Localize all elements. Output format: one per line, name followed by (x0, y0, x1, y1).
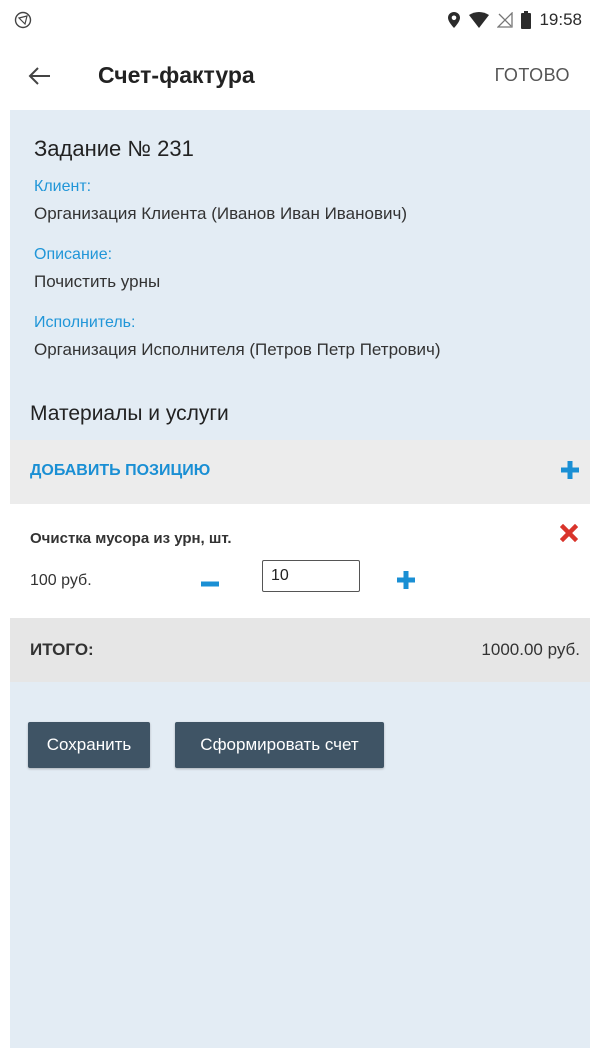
generate-invoice-button[interactable]: Сформировать счет (175, 722, 384, 768)
list-item: Очистка мусора из урн, шт. 100 руб. (10, 504, 590, 618)
plus-icon[interactable] (396, 570, 416, 590)
minus-icon[interactable] (200, 574, 220, 594)
executor-value: Организация Исполнителя (Петров Петр Пет… (34, 340, 441, 359)
signal-off-icon (497, 12, 514, 28)
save-button[interactable]: Сохранить (28, 722, 150, 768)
battery-icon (521, 11, 532, 29)
app-bar: Счет-фактура ГОТОВО (0, 42, 590, 110)
description-label: Описание: (34, 246, 113, 263)
done-button[interactable]: ГОТОВО (495, 65, 570, 86)
total-row: ИТОГО: 1000.00 руб. (10, 618, 590, 682)
total-value: 1000.00 руб. (481, 640, 580, 659)
plus-icon[interactable] (560, 460, 580, 480)
status-time: 19:58 (539, 10, 582, 29)
total-label: ИТОГО: (30, 640, 94, 659)
status-bar: 19:58 (0, 0, 590, 42)
vpn-icon (14, 11, 32, 29)
page-title: Счет-фактура (98, 62, 255, 88)
add-position-label: ДОБАВИТЬ ПОЗИЦИЮ (30, 462, 211, 479)
materials-section-title: Материалы и услуги (30, 402, 229, 425)
client-value: Организация Клиента (Иванов Иван Иванови… (34, 204, 407, 223)
wifi-icon (469, 12, 490, 28)
task-title: Задание № 231 (34, 136, 194, 161)
item-price: 100 руб. (30, 572, 92, 589)
invoice-content: Задание № 231 Клиент: Организация Клиент… (10, 110, 590, 1048)
delete-icon[interactable] (559, 523, 579, 543)
location-icon (447, 11, 461, 29)
add-position-button[interactable]: ДОБАВИТЬ ПОЗИЦИЮ (10, 440, 590, 504)
item-name: Очистка мусора из урн, шт. (30, 530, 232, 547)
description-value: Почистить урны (34, 272, 161, 291)
arrow-left-icon[interactable] (24, 60, 56, 92)
quantity-input[interactable] (262, 560, 360, 592)
executor-label: Исполнитель: (34, 314, 136, 331)
client-label: Клиент: (34, 178, 92, 195)
